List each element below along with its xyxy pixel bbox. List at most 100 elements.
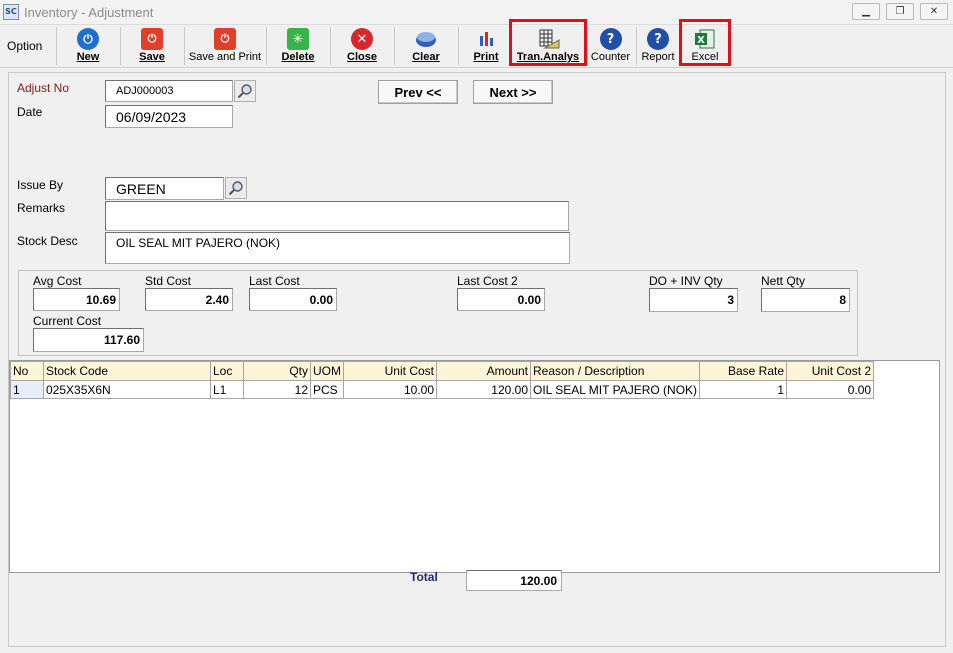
adjustment-items-grid[interactable]: No Stock Code Loc Qty UOM Unit Cost Amou…	[9, 360, 940, 573]
avg-cost-field: 10.69	[33, 288, 120, 311]
column-header-qty[interactable]: Qty	[243, 361, 311, 381]
cell-reason[interactable]: OIL SEAL MIT PAJERO (NOK)	[529, 380, 701, 399]
stock-desc-field: OIL SEAL MIT PAJERO (NOK)	[105, 232, 570, 264]
do-inv-qty-label: DO + INV Qty	[649, 274, 723, 288]
cost-summary-box	[18, 270, 858, 356]
adjust-no-label: Adjust No	[17, 81, 70, 95]
new-button[interactable]: ⏻ New	[58, 26, 118, 66]
cell-amount[interactable]: 120.00	[436, 380, 531, 399]
issue-by-label: Issue By	[17, 178, 64, 192]
report-button-label: Report	[641, 51, 675, 63]
window-close-icon: ✕	[929, 6, 939, 17]
close-button[interactable]: ✕ Close	[332, 26, 392, 66]
avg-cost-label: Avg Cost	[33, 274, 82, 288]
do-inv-qty-field: 3	[649, 288, 738, 312]
total-label: Total	[410, 570, 438, 584]
last-cost-label: Last Cost	[249, 274, 300, 288]
column-header-amount[interactable]: Amount	[436, 361, 531, 381]
column-header-base-rate[interactable]: Base Rate	[699, 361, 788, 381]
toolbar-separator	[330, 27, 331, 65]
toolbar-separator	[394, 27, 395, 65]
std-cost-field: 2.40	[145, 288, 233, 311]
save-button-label: Save	[139, 51, 165, 63]
title-bar: SC Inventory - Adjustment ▁ ❐ ✕	[0, 0, 953, 25]
counter-button[interactable]: ? Counter	[588, 26, 633, 66]
table-header-row: No Stock Code Loc Qty UOM Unit Cost Amou…	[10, 361, 875, 381]
last-cost-field: 0.00	[249, 288, 337, 311]
minimize-button[interactable]: ▁	[852, 3, 880, 20]
window-title: Inventory - Adjustment	[24, 5, 154, 20]
minimize-icon: ▁	[862, 6, 870, 17]
column-header-stock-code[interactable]: Stock Code	[43, 361, 211, 381]
cell-no[interactable]: 1	[10, 380, 44, 399]
save-icon: ⏻	[141, 28, 163, 50]
save-print-icon: ⏻	[214, 28, 236, 50]
clear-button-label: Clear	[412, 51, 440, 63]
toolbar-separator	[120, 27, 121, 65]
cell-qty[interactable]: 12	[243, 380, 311, 399]
report-button[interactable]: ? Report	[637, 26, 679, 66]
counter-help-icon: ?	[599, 28, 622, 50]
prev-button[interactable]: Prev <<	[378, 80, 458, 104]
print-button-label: Print	[473, 51, 499, 63]
save-button[interactable]: ⏻ Save	[122, 26, 182, 66]
cell-loc[interactable]: L1	[210, 380, 244, 399]
items-table: No Stock Code Loc Qty UOM Unit Cost Amou…	[10, 361, 875, 399]
close-button-label: Close	[347, 51, 377, 63]
column-header-uom[interactable]: UOM	[310, 361, 344, 381]
excel-highlight	[679, 19, 731, 66]
last-cost-2-field: 0.00	[457, 288, 545, 311]
counter-button-label: Counter	[590, 51, 631, 63]
tran-analysis-highlight	[509, 19, 587, 66]
window-close-button[interactable]: ✕	[920, 3, 948, 20]
cell-unit-cost[interactable]: 10.00	[343, 380, 437, 399]
cell-stock-code[interactable]: 025X35X6N	[43, 380, 211, 399]
std-cost-label: Std Cost	[145, 274, 192, 288]
date-field[interactable]: 06/09/2023	[105, 105, 233, 128]
maximize-button[interactable]: ❐	[886, 3, 914, 20]
new-icon: ⏻	[77, 28, 99, 50]
save-and-print-button[interactable]: ⏻ Save and Print	[185, 26, 265, 66]
remarks-field[interactable]	[105, 201, 569, 231]
option-menu[interactable]: Option	[7, 39, 42, 53]
table-row[interactable]: 1 025X35X6N L1 12 PCS 10.00 120.00 OIL S…	[10, 380, 875, 399]
clear-icon	[415, 28, 437, 50]
cell-unit-cost-2[interactable]: 0.00	[786, 380, 875, 399]
report-help-icon: ?	[647, 28, 669, 50]
issue-by-field[interactable]: GREEN	[105, 177, 224, 200]
column-header-no[interactable]: No	[10, 361, 44, 381]
last-cost-2-label: Last Cost 2	[457, 274, 518, 288]
date-label: Date	[17, 105, 43, 119]
nett-qty-field: 8	[761, 288, 850, 312]
column-header-loc[interactable]: Loc	[210, 361, 244, 381]
current-cost-field: 117.60	[33, 328, 144, 352]
print-icon	[475, 28, 497, 50]
total-field: 120.00	[466, 570, 562, 591]
column-header-unit-cost-2[interactable]: Unit Cost 2	[786, 361, 875, 381]
app-icon: SC	[3, 4, 19, 20]
search-icon	[228, 181, 243, 196]
nett-qty-label: Nett Qty	[761, 274, 806, 288]
print-button[interactable]: Print	[460, 26, 512, 66]
current-cost-label: Current Cost	[33, 314, 102, 328]
toolbar-separator	[56, 27, 57, 65]
cell-base-rate[interactable]: 1	[699, 380, 788, 399]
clear-button[interactable]: Clear	[396, 26, 456, 66]
stock-desc-label: Stock Desc	[17, 234, 78, 248]
issue-by-search-button[interactable]	[225, 177, 247, 199]
next-button[interactable]: Next >>	[473, 80, 553, 104]
adjust-no-search-button[interactable]	[234, 80, 256, 102]
maximize-icon: ❐	[895, 6, 905, 17]
delete-button-label: Delete	[281, 51, 315, 63]
close-icon: ✕	[351, 28, 373, 50]
new-button-label: New	[76, 51, 100, 63]
delete-button[interactable]: ✳ Delete	[268, 26, 328, 66]
adjust-no-field[interactable]: ADJ000003	[105, 80, 233, 102]
toolbar-separator	[458, 27, 459, 65]
column-header-unit-cost[interactable]: Unit Cost	[343, 361, 437, 381]
search-icon	[237, 84, 252, 99]
cell-uom[interactable]: PCS	[310, 380, 344, 399]
toolbar-separator	[266, 27, 267, 65]
column-header-reason[interactable]: Reason / Description	[529, 361, 701, 381]
delete-icon: ✳	[287, 28, 309, 50]
